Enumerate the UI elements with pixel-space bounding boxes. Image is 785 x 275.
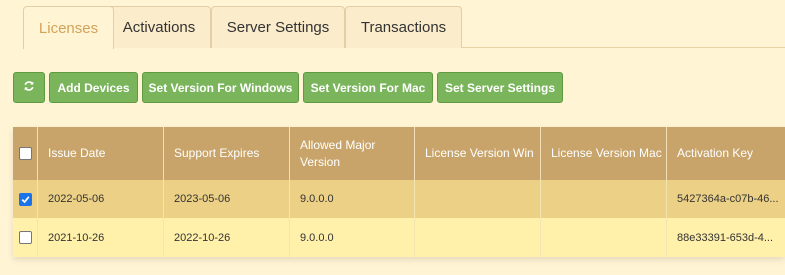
allowed-major-version-cell: 9.0.0.0 [290, 218, 415, 257]
tab-server-settings[interactable]: Server Settings [211, 6, 345, 48]
issue-date-cell: 2021-10-26 [38, 218, 164, 257]
column-header[interactable]: Allowed Major Version [290, 127, 415, 180]
row-checkbox[interactable] [18, 231, 32, 244]
activation-key-cell: 88e33391-653d-4... [677, 231, 774, 244]
select-all-checkbox[interactable] [18, 147, 32, 160]
column-header[interactable]: License Version Win [415, 127, 541, 180]
set-version-mac-button[interactable]: Set Version For Mac [303, 72, 433, 103]
tab-licenses[interactable]: Licenses [23, 6, 114, 49]
add-devices-button[interactable]: Add Devices [49, 72, 138, 103]
table-row[interactable]: 2022-05-06 2023-05-06 9.0.0.0 5427364a-c… [13, 180, 785, 218]
tab-activations[interactable]: Activations [107, 6, 211, 48]
activation-key-cell: 5427364a-c07b-46... [677, 193, 779, 205]
row-select-cell [13, 180, 38, 218]
license-version-win-cell [415, 180, 541, 218]
refresh-button[interactable] [13, 72, 45, 103]
column-header[interactable]: Support Expires [164, 127, 290, 180]
refresh-icon [23, 80, 35, 95]
set-version-windows-button[interactable]: Set Version For Windows [142, 72, 299, 103]
column-header[interactable]: License Version Mac [541, 127, 667, 180]
column-header[interactable]: Activation Key [667, 127, 785, 180]
check-icon [21, 195, 29, 203]
table-header-row: Issue Date Support Expires Allowed Major… [13, 127, 785, 180]
license-version-mac-cell [541, 180, 667, 218]
table-row[interactable]: 2021-10-26 2022-10-26 9.0.0.0 88e33391-6… [13, 218, 785, 257]
support-expires-cell: 2022-10-26 [164, 218, 290, 257]
license-version-mac-cell [541, 218, 667, 257]
select-all-cell [13, 127, 38, 180]
row-checkbox[interactable] [18, 192, 32, 206]
column-header[interactable]: Issue Date [38, 127, 164, 180]
license-version-win-cell [415, 218, 541, 257]
set-server-settings-button[interactable]: Set Server Settings [437, 72, 563, 103]
allowed-major-version-cell: 9.0.0.0 [290, 180, 415, 218]
tab-transactions[interactable]: Transactions [345, 6, 462, 48]
support-expires-cell: 2023-05-06 [164, 180, 290, 218]
row-select-cell [13, 218, 38, 257]
licenses-table: Issue Date Support Expires Allowed Major… [13, 127, 785, 257]
tab-bar: Licenses Activations Server Settings Tra… [0, 0, 785, 49]
issue-date-cell: 2022-05-06 [38, 180, 164, 218]
